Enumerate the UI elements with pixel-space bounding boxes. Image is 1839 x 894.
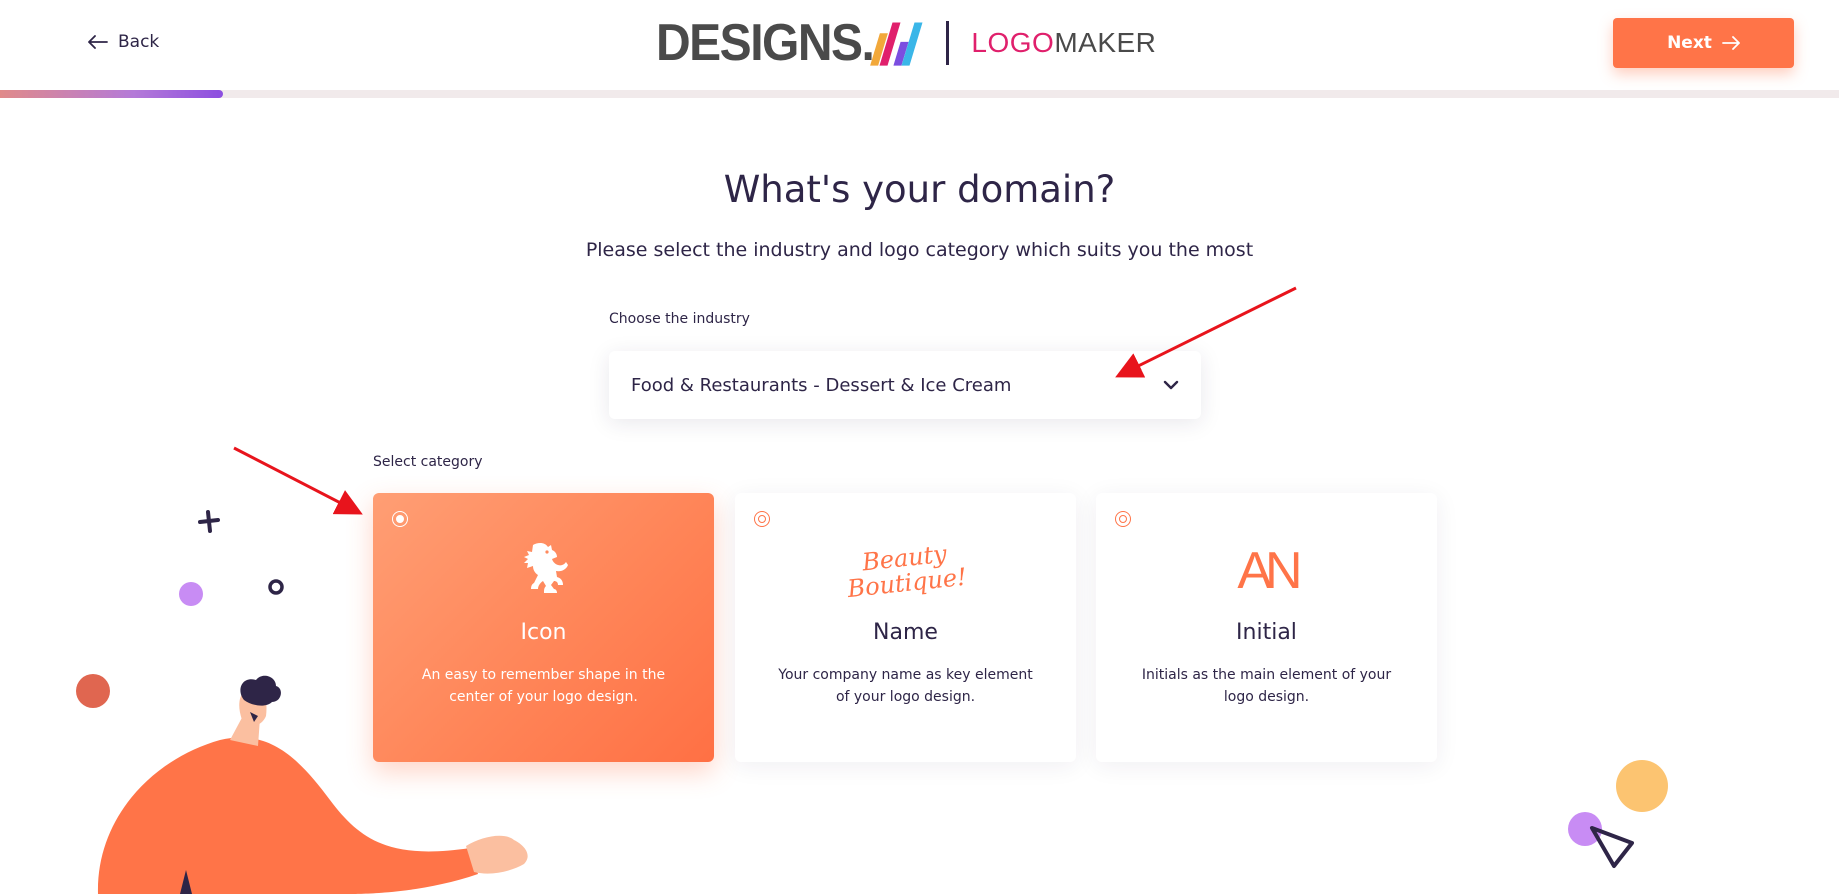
purple-dot <box>179 582 203 606</box>
arrow-right-icon <box>1722 36 1740 50</box>
brand-designs: DESIGNS. <box>656 13 923 72</box>
ring-dot <box>268 579 284 595</box>
category-desc-name: Your company name as key element of your… <box>778 667 1033 705</box>
brand-logomaker: LOGOMAKER <box>971 27 1157 58</box>
lion-icon <box>373 539 714 603</box>
red-dot <box>76 674 110 708</box>
yellow-dot <box>1616 760 1668 812</box>
brand-divider <box>946 21 950 65</box>
back-button[interactable]: Back <box>88 32 159 52</box>
category-label: Select category <box>373 454 483 470</box>
category-radio-icon[interactable] <box>392 511 408 527</box>
industry-dropdown[interactable]: Food & Restaurants - Dessert & Ice Cream <box>609 351 1201 419</box>
page-title: What's your domain? <box>723 168 1116 211</box>
initial-sample-art: AN <box>1237 542 1302 600</box>
top-header: Back DESIGNS. LOGOMAKER Next <box>0 0 1839 92</box>
category-name-icon: Icon <box>520 620 567 645</box>
back-label: Back <box>118 32 160 52</box>
annotation-arrow-card <box>233 446 363 515</box>
industry-value: Food & Restaurants - Dessert & Ice Cream <box>631 374 1012 396</box>
next-label: Next <box>1667 33 1712 53</box>
name-sample-art: Beauty Boutique! <box>845 539 968 604</box>
brand-logo: DESIGNS. LOGOMAKER <box>656 14 1157 71</box>
category-radio-name[interactable] <box>754 511 770 527</box>
industry-label: Choose the industry <box>609 311 750 327</box>
category-name-initial: Initial <box>1236 620 1297 645</box>
progress-fill <box>0 90 223 98</box>
category-name-name: Name <box>873 620 938 645</box>
arrow-left-icon <box>88 35 108 49</box>
category-desc-icon: An easy to remember shape in the center … <box>421 667 666 705</box>
brand-ai-mark <box>870 21 923 65</box>
purple-dot-right <box>1568 812 1602 846</box>
category-radio-initial[interactable] <box>1115 511 1131 527</box>
plus-shape <box>198 510 220 533</box>
category-card-initial[interactable]: AN Initial Initials as the main element … <box>1096 493 1437 762</box>
progress-bar <box>0 90 1839 98</box>
chevron-down-icon <box>1163 380 1179 390</box>
next-button[interactable]: Next <box>1613 18 1794 68</box>
category-desc-initial: Initials as the main element of your log… <box>1141 667 1392 705</box>
triangle-shape <box>1590 826 1634 868</box>
category-card-icon[interactable]: Icon An easy to remember shape in the ce… <box>373 493 714 762</box>
page-subtitle: Please select the industry and logo cate… <box>585 239 1254 261</box>
category-card-name[interactable]: Beauty Boutique! Name Your company name … <box>735 493 1076 762</box>
